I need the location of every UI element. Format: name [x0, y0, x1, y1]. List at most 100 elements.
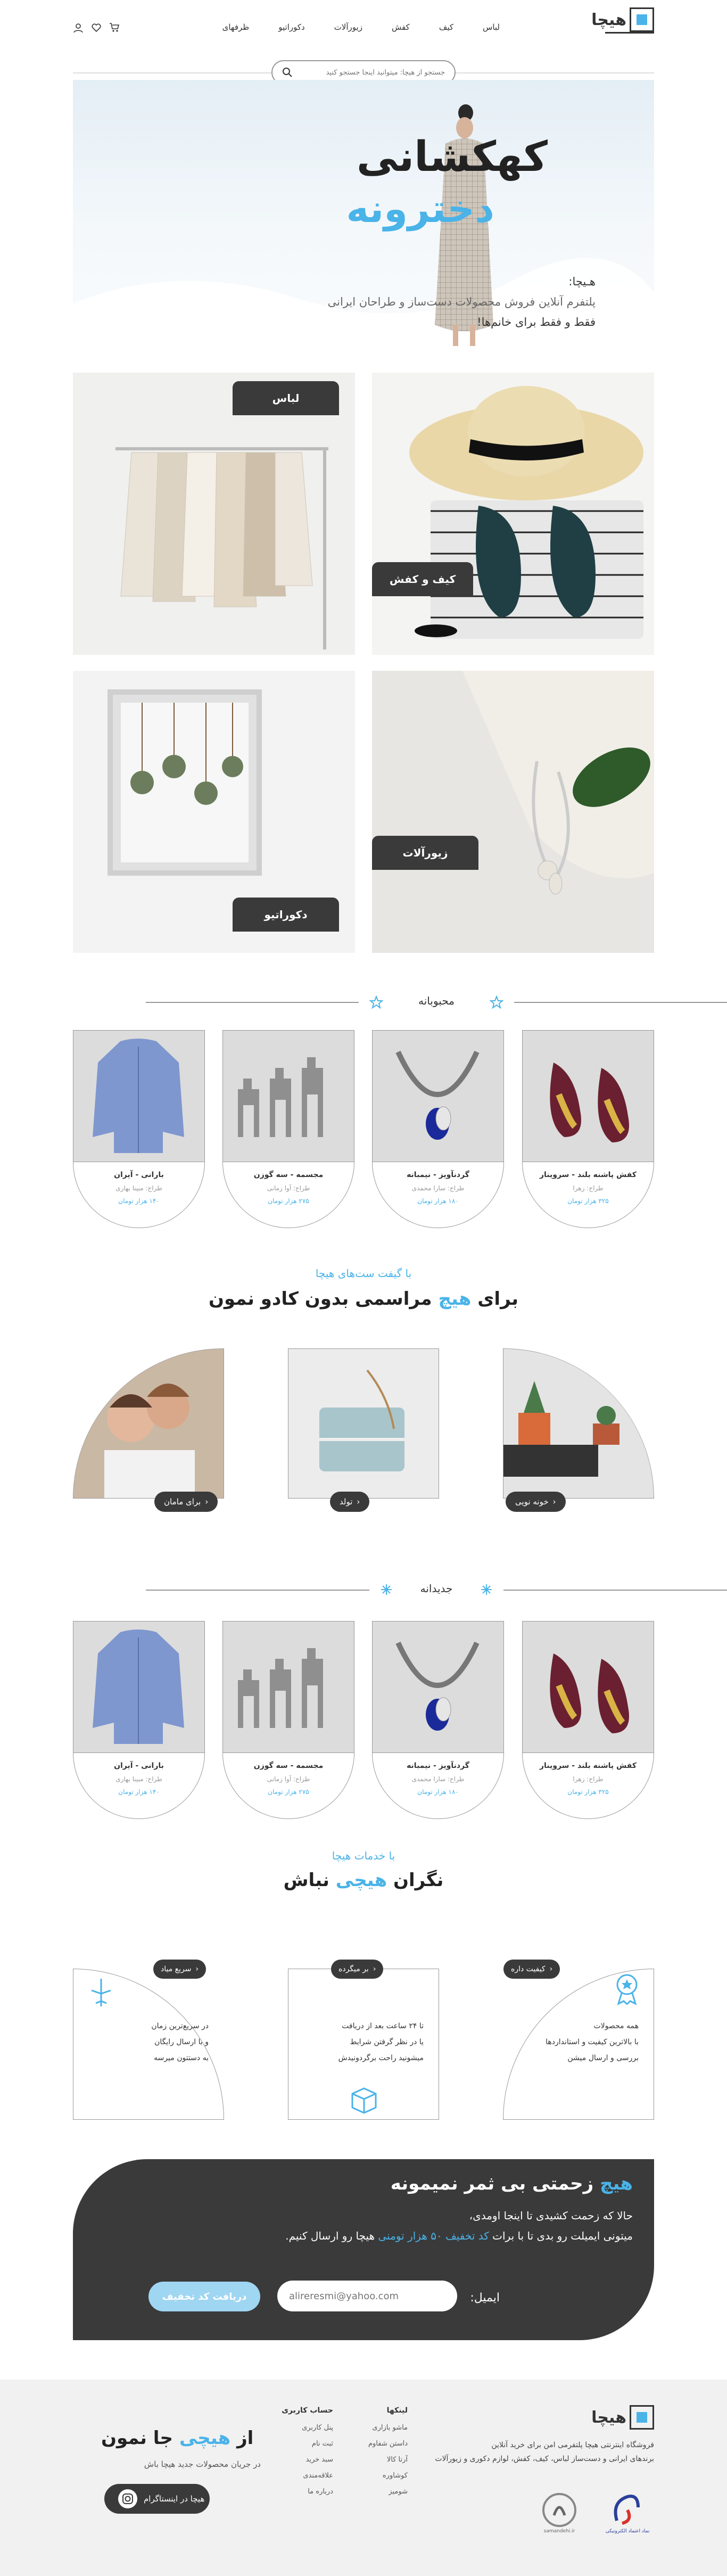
- service-badge-text: سریع میاد: [161, 1965, 192, 1973]
- gift-tagline: با گیفت ست‌های هیچا: [315, 1267, 412, 1280]
- product-image-necklace[interactable]: [372, 1621, 504, 1753]
- service-badge-quality[interactable]: ‹ کیفیت داره: [503, 1960, 560, 1979]
- category-label-bags-shoes[interactable]: کیف و کفش: [372, 562, 473, 596]
- nav-item-jewelry[interactable]: زیورآلات: [334, 22, 362, 32]
- service-badge-text: بر میگرده: [338, 1965, 369, 1973]
- enamad-badge[interactable]: نماد اعتماد الکترونیکی: [601, 2481, 654, 2545]
- footer-link[interactable]: داستن شفاوم: [368, 2436, 408, 2452]
- footer-link[interactable]: پنل کاربری: [282, 2420, 333, 2436]
- chevron-left-icon: ‹: [373, 1965, 376, 1973]
- star-icon: [369, 995, 383, 1009]
- gift-card-for-mom[interactable]: [73, 1348, 224, 1499]
- product-card[interactable]: کفش پاشنه بلند - سروینار طراح: زهرا ۳۲۵ …: [522, 1030, 654, 1228]
- nav-item-shoes[interactable]: کفش: [392, 22, 410, 32]
- instagram-button[interactable]: هیچا در اینستاگرام: [104, 2484, 210, 2514]
- product-image-heels[interactable]: [522, 1621, 654, 1753]
- product-name[interactable]: بارانی - آیران: [73, 1762, 204, 1770]
- category-tile-clothes[interactable]: لباس: [73, 373, 355, 655]
- gift-label-for-mom[interactable]: ‹ برای مامان: [154, 1492, 218, 1512]
- banner-title: هیچ زحمتی بی ثمر نمیمونه: [391, 2173, 633, 2194]
- service-badge-return[interactable]: ‹ بر میگرده: [331, 1960, 384, 1979]
- product-image-raincoat[interactable]: [73, 1621, 205, 1753]
- heart-icon[interactable]: [91, 22, 102, 33]
- nav-item-decor[interactable]: دکوراتیو: [278, 22, 304, 32]
- product-card[interactable]: گردنآویز - نیمبانه طراح: سارا محمدی ۱۸۰ …: [372, 1621, 504, 1819]
- search-input[interactable]: [293, 68, 445, 77]
- product-name[interactable]: گردنآویز - نیمبانه: [373, 1171, 503, 1179]
- service-badge-fast[interactable]: ‹ سریع میاد: [153, 1960, 206, 1979]
- product-name[interactable]: بارانی - آیران: [73, 1171, 204, 1179]
- category-label-clothes[interactable]: لباس: [233, 381, 339, 415]
- footer-cta-sub: در جریان محصولات جدید هیچا باش: [144, 2459, 261, 2469]
- product-name[interactable]: مجسمه - سه گوزن: [223, 1762, 354, 1770]
- sparkle-icon: [380, 1583, 393, 1596]
- category-tile-jewelry[interactable]: زیورآلات: [372, 671, 654, 953]
- product-card[interactable]: بارانی - آیران طراح: مبینا بهاری ۱۴۰ هزا…: [73, 1621, 205, 1819]
- product-designer: طراح: سارا محمدی: [411, 1184, 465, 1192]
- services-title-prefix: نگران: [393, 1870, 444, 1891]
- hero-text: هـیچا: پلتفرم آنلاین فروش محصولات دست‌سا…: [328, 271, 596, 332]
- footer-logo-mark: [630, 2405, 654, 2430]
- gift-label-birthday[interactable]: ‹ تولد: [330, 1492, 370, 1512]
- banner-line-2: میتونی ایمیلت رو بدی تا با برات کد تخفیف…: [285, 2229, 633, 2242]
- gift-label-new-home[interactable]: ‹ خونه نویی: [506, 1492, 566, 1512]
- product-card[interactable]: مجسمه - سه گوزن طراح: آوا زمانی ۲۷۵ هزار…: [222, 1621, 354, 1819]
- samandehi-badge[interactable]: samandehi.ir: [533, 2481, 586, 2545]
- product-image-raincoat[interactable]: [73, 1030, 205, 1162]
- footer-links-column: لینکها ماشو بازاری داستن شفاوم آرتا کالا…: [368, 2406, 408, 2500]
- logo[interactable]: هیچا: [591, 7, 654, 32]
- gift-title-prefix: برای: [477, 1288, 518, 1310]
- product-image-necklace[interactable]: [372, 1030, 504, 1162]
- category-tile-decor[interactable]: دکوراتیو: [73, 671, 355, 953]
- user-icon[interactable]: [73, 22, 84, 33]
- footer-link[interactable]: علاقه‌مندی: [282, 2468, 333, 2484]
- email-input[interactable]: [277, 2281, 457, 2311]
- product-name[interactable]: کفش پاشنه بلند - سروینار: [523, 1171, 654, 1179]
- product-card[interactable]: کفش پاشنه بلند - سروینار طراح: زهرا ۳۲۵ …: [522, 1621, 654, 1819]
- footer-cta-title: از هیچی جا نمون: [101, 2427, 254, 2449]
- product-designer: طراح: سارا محمدی: [411, 1775, 465, 1783]
- hero-banner[interactable]: کهکشانی دخترونه هـیچا: پلتفرم آنلاین فرو…: [73, 80, 654, 356]
- product-image-sculpture[interactable]: [222, 1621, 354, 1753]
- nav-item-dishes[interactable]: ظرفهای: [222, 22, 250, 32]
- product-name[interactable]: کفش پاشنه بلند - سروینار: [523, 1762, 654, 1770]
- airplane-icon: [85, 1977, 117, 2009]
- gift-card-birthday[interactable]: [288, 1348, 439, 1499]
- footer-link[interactable]: ثبت نام: [282, 2436, 333, 2452]
- footer-link[interactable]: سبد خرید: [282, 2452, 333, 2468]
- footer-logo-text: هیچا: [591, 2408, 626, 2427]
- footer-link[interactable]: آرتا کالا: [368, 2452, 408, 2468]
- chevron-left-icon: ‹: [552, 1497, 556, 1507]
- instagram-button-label: هیچا در اینستاگرام: [144, 2494, 205, 2504]
- footer-account-title: حساب کاربری: [282, 2406, 333, 2415]
- services-title-suffix: نباش: [283, 1870, 329, 1891]
- footer-link[interactable]: ماشو بازاری: [368, 2420, 408, 2436]
- footer-link[interactable]: شومیز: [368, 2484, 408, 2500]
- product-card[interactable]: مجسمه - سه گوزن طراح: آوا زمانی ۲۷۵ هزار…: [222, 1030, 354, 1228]
- footer-link[interactable]: کوشاوره: [368, 2468, 408, 2484]
- category-label-jewelry[interactable]: زیورآلات: [372, 836, 478, 870]
- enamad-badge-text: نماد اعتماد الکترونیکی: [605, 2529, 650, 2534]
- footer-links-title: لینکها: [386, 2406, 408, 2415]
- footer-badges: نماد اعتماد الکترونیکی samandehi.ir: [533, 2481, 654, 2545]
- search-icon[interactable]: [282, 67, 293, 78]
- services-title: نگران هیچی نباش: [73, 1870, 654, 1891]
- footer-logo[interactable]: هیچا: [591, 2405, 654, 2430]
- popular-section-title: محبوبانه: [418, 994, 455, 1007]
- product-image-sculpture[interactable]: [222, 1030, 354, 1162]
- category-tile-bags-shoes[interactable]: کیف و کفش: [372, 373, 654, 655]
- category-label-decor[interactable]: دکوراتیو: [233, 898, 339, 932]
- footer-link[interactable]: درباره ما: [282, 2484, 333, 2500]
- logo-underline: [605, 32, 654, 34]
- medal-icon: [613, 1972, 641, 2006]
- product-card[interactable]: بارانی - آیران طراح: مبینا بهاری ۱۴۰ هزا…: [73, 1030, 205, 1228]
- product-image-heels[interactable]: [522, 1030, 654, 1162]
- cart-icon[interactable]: [109, 22, 120, 33]
- product-name[interactable]: مجسمه - سه گوزن: [223, 1171, 354, 1179]
- get-discount-button[interactable]: دریافت کد تخفیف: [148, 2282, 260, 2311]
- nav-item-clothes[interactable]: لباس: [483, 22, 500, 32]
- nav-item-bags[interactable]: کیف: [439, 22, 453, 32]
- product-card[interactable]: گردنآویز - نیمبانه طراح: سارا محمدی ۱۸۰ …: [372, 1030, 504, 1228]
- gift-card-new-home[interactable]: [503, 1348, 654, 1499]
- product-name[interactable]: گردنآویز - نیمبانه: [373, 1762, 503, 1770]
